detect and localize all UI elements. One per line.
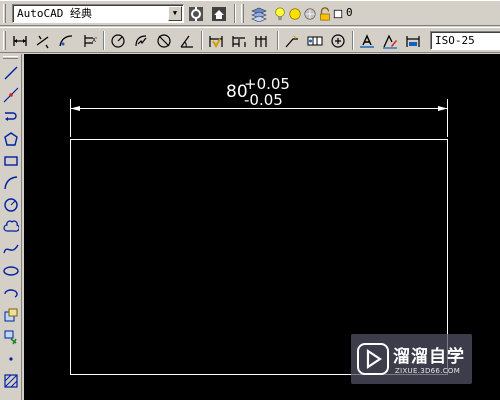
current-layer-value[interactable]: 0: [346, 6, 353, 19]
baseline-dimension-icon[interactable]: [229, 31, 249, 51]
freeze-icon[interactable]: [303, 4, 317, 24]
color-swatch-icon[interactable]: [332, 4, 344, 24]
quick-dimension-icon[interactable]: [206, 31, 226, 51]
layer-manager-icon[interactable]: [249, 4, 269, 24]
watermark: 溜溜自学 ZIXUE.3D66.COM: [351, 334, 472, 384]
toolbar-grip[interactable]: [3, 4, 6, 23]
toolbar-grip[interactable]: [241, 4, 244, 23]
dimension-style-select[interactable]: ISO-25: [430, 31, 500, 50]
dimension-update-icon[interactable]: [403, 31, 423, 51]
workspace-toolbar: AutoCAD 经典 ▼ 0: [0, 0, 500, 26]
arc-icon[interactable]: [1, 173, 21, 193]
dimension-style-value: ISO-25: [435, 34, 475, 47]
svg-text:XY: XY: [92, 37, 97, 44]
arrowhead-left: [70, 106, 80, 111]
autocad-window: AutoCAD 经典 ▼ 0 X ISO-25 80 +0.05 -0.05 溜…: [0, 0, 500, 400]
polygon-icon[interactable]: [1, 129, 21, 149]
spline-icon[interactable]: [1, 239, 21, 259]
watermark-title: 溜溜自学: [393, 347, 465, 367]
linear-dimension-icon[interactable]: [10, 31, 30, 51]
line-icon[interactable]: [1, 63, 21, 83]
polyline-icon[interactable]: [1, 107, 21, 127]
dimension-edit-icon[interactable]: [357, 31, 377, 51]
chevron-down-icon[interactable]: ▼: [168, 6, 182, 21]
toolbar-separator: [201, 31, 203, 50]
dimension-text-edit-icon[interactable]: [380, 31, 400, 51]
workspace-select[interactable]: AutoCAD 经典 ▼: [12, 4, 184, 23]
make-block-icon[interactable]: [1, 327, 21, 347]
sun-icon[interactable]: [288, 4, 302, 24]
toolbar-separator: [103, 31, 105, 50]
toolbar-grip[interactable]: [3, 56, 18, 59]
arc-length-icon[interactable]: [56, 31, 76, 51]
continue-dimension-icon[interactable]: [252, 31, 272, 51]
arrowhead-right: [438, 106, 448, 111]
watermark-logo-icon: [357, 343, 389, 375]
workspace-settings-icon[interactable]: [186, 4, 206, 24]
dimension-toolbar: XY: [0, 27, 500, 53]
draw-toolbar: [0, 54, 22, 400]
ellipse-icon[interactable]: [1, 261, 21, 281]
ordinate-dimension-icon[interactable]: XY: [79, 31, 99, 51]
radius-dimension-icon[interactable]: [108, 31, 128, 51]
tolerance-icon[interactable]: [305, 31, 325, 51]
workspace-save-icon[interactable]: [209, 4, 229, 24]
point-icon[interactable]: [1, 349, 21, 369]
hatch-icon[interactable]: [1, 371, 21, 391]
construction-line-icon[interactable]: [1, 85, 21, 105]
jogged-dimension-icon[interactable]: [131, 31, 151, 51]
toolbar-separator: [352, 31, 354, 50]
toolbar-separator: [234, 4, 236, 23]
diameter-dimension-icon[interactable]: [154, 31, 174, 51]
toolbar-grip[interactable]: [3, 31, 6, 50]
circle-icon[interactable]: [1, 195, 21, 215]
angular-dimension-icon[interactable]: [177, 31, 197, 51]
quick-leader-icon[interactable]: [282, 31, 302, 51]
workspace-select-value: AutoCAD 经典: [17, 7, 92, 20]
toolbar-separator: [277, 31, 279, 50]
aligned-dimension-icon[interactable]: [33, 31, 53, 51]
insert-block-icon[interactable]: [1, 305, 21, 325]
lightbulb-icon[interactable]: [273, 4, 287, 24]
revision-cloud-icon[interactable]: [1, 217, 21, 237]
ellipse-arc-icon[interactable]: [1, 283, 21, 303]
lower-tolerance-text: -0.05: [244, 91, 283, 109]
lock-icon[interactable]: [318, 4, 332, 24]
watermark-subtitle: ZIXUE.3D66.COM: [395, 367, 461, 375]
rectangle-icon[interactable]: [1, 151, 21, 171]
center-mark-icon[interactable]: [328, 31, 348, 51]
